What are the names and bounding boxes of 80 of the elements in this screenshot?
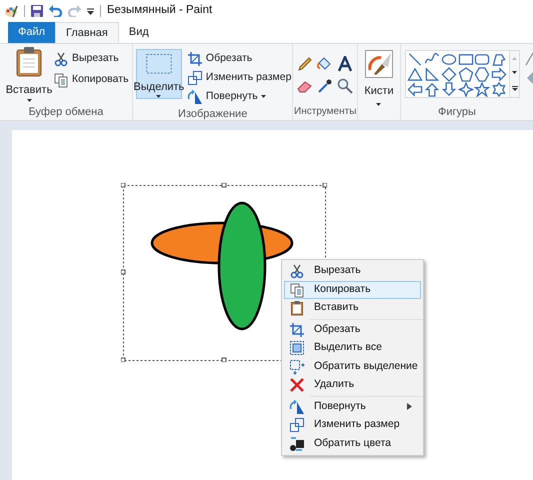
pencil-icon[interactable] xyxy=(297,56,314,72)
group-label: Инструменты xyxy=(293,105,357,119)
resize-button[interactable]: Изменить размер xyxy=(186,68,292,87)
window-title: Безымянный - Paint xyxy=(107,3,212,18)
caret-icon xyxy=(512,71,517,74)
shape-icon[interactable] xyxy=(440,82,457,97)
shape-icon[interactable] xyxy=(458,82,474,97)
file-tab[interactable]: Файл xyxy=(8,22,55,43)
copy-icon xyxy=(53,72,69,88)
scroll-up-icon xyxy=(512,56,517,60)
menu-item[interactable]: Вырезать xyxy=(284,262,421,280)
shape-icon[interactable] xyxy=(407,52,423,67)
group-label: Фигуры xyxy=(437,105,477,120)
shape-icon[interactable] xyxy=(458,67,474,82)
shape-icon[interactable] xyxy=(440,52,457,67)
clipboard-icon xyxy=(289,300,305,316)
clipboard-icon xyxy=(16,47,42,77)
shape-icon[interactable] xyxy=(424,82,440,97)
fill-bucket-icon[interactable] xyxy=(317,56,334,72)
rectangle-select-icon xyxy=(144,53,173,75)
menu-item[interactable]: Повернуть xyxy=(284,398,421,416)
menu-item[interactable]: Вставить xyxy=(284,299,421,318)
shape-icon[interactable] xyxy=(424,67,440,82)
crop-icon xyxy=(186,50,203,66)
shape-icon[interactable] xyxy=(491,82,508,97)
caret-icon xyxy=(156,95,162,98)
brush-icon xyxy=(364,50,393,78)
rotate-icon xyxy=(186,88,203,104)
group-label: Буфер обмена xyxy=(28,105,104,120)
color-picker-icon[interactable] xyxy=(317,78,334,94)
copy-icon xyxy=(289,282,305,298)
shape-icon[interactable] xyxy=(407,67,423,82)
menu-item[interactable]: Обратить цвета xyxy=(284,434,421,453)
brushes-button[interactable]: Кисти xyxy=(358,44,400,106)
invert-selection-icon xyxy=(289,358,305,375)
expand-gallery-icon xyxy=(512,86,518,92)
menu-item[interactable]: Изменить размер xyxy=(284,416,421,434)
shape-icon[interactable] xyxy=(474,82,490,97)
shape-icon[interactable] xyxy=(474,67,490,82)
invert-colors-icon xyxy=(289,436,305,452)
ribbon-tab[interactable]: Главная xyxy=(55,22,119,43)
rotate-icon xyxy=(289,398,305,415)
scissors-icon xyxy=(53,50,69,66)
shape-icon[interactable] xyxy=(407,82,423,97)
customize-dropdown-icon[interactable] xyxy=(87,8,94,14)
select-all-icon xyxy=(289,340,305,356)
group-label: Изображение xyxy=(177,107,248,122)
menu-item[interactable]: Выделить все xyxy=(284,339,421,358)
resize-icon xyxy=(186,70,203,86)
delete-icon xyxy=(289,377,305,394)
undo-icon[interactable] xyxy=(49,5,62,17)
save-icon[interactable] xyxy=(31,5,43,17)
select-button[interactable]: Выделить xyxy=(136,49,182,99)
outline-icon[interactable] xyxy=(525,52,533,66)
scissors-icon xyxy=(289,263,305,280)
shape-icon[interactable] xyxy=(491,52,508,67)
submenu-arrow-icon xyxy=(407,403,412,410)
rotate-button[interactable]: Повернуть xyxy=(186,87,292,106)
gallery-scroll[interactable] xyxy=(510,50,520,98)
shape-icon[interactable] xyxy=(474,52,490,67)
menu-item[interactable]: Обратить выделение xyxy=(284,358,421,376)
cut-button[interactable]: Вырезать xyxy=(52,49,130,68)
shape-icon[interactable] xyxy=(491,67,508,82)
copy-button[interactable]: Копировать xyxy=(52,70,130,89)
caret-icon xyxy=(26,98,32,102)
menu-item[interactable]: Обрезать xyxy=(284,320,421,339)
magnifier-icon[interactable] xyxy=(337,78,354,94)
menu-item[interactable]: Копировать xyxy=(284,280,421,299)
canvas[interactable]: Вырезать Копировать Вставить Обрезать Выделить все Обратить выделение Удалить Повернуть Изменить размер Обратить цвета xyxy=(12,130,533,480)
resize-icon xyxy=(289,417,305,434)
paint-logo-icon xyxy=(4,4,18,18)
crop-icon xyxy=(289,322,305,338)
shape-icon[interactable] xyxy=(440,67,457,82)
caret-icon xyxy=(260,95,266,98)
caret-icon xyxy=(376,102,382,106)
text-icon[interactable] xyxy=(337,56,354,72)
shape-icon[interactable] xyxy=(458,52,474,67)
crop-button[interactable]: Обрезать xyxy=(186,49,292,68)
ribbon-tab[interactable]: Вид xyxy=(118,22,159,43)
menu-item[interactable]: Удалить xyxy=(284,376,421,394)
